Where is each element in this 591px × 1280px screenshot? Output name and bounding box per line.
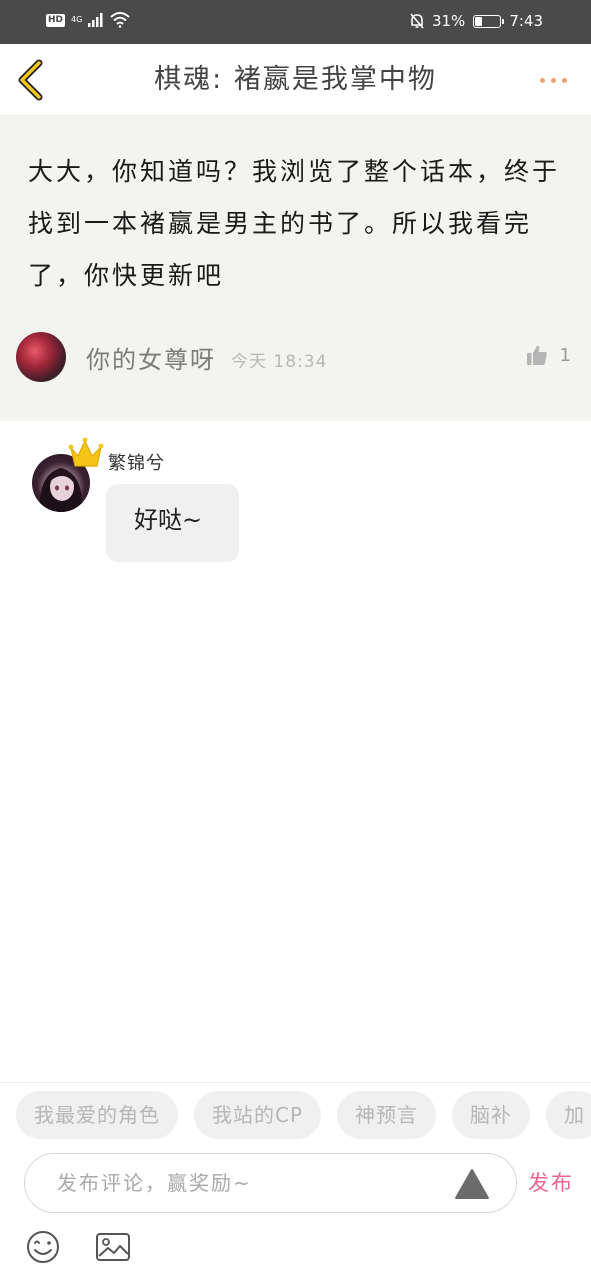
quick-tag-chip[interactable]: 加 — [546, 1091, 591, 1139]
quick-tag-chip[interactable]: 脑补 — [452, 1091, 531, 1139]
original-comment: 大大，你知道吗？我浏览了整个话本，终于找到一本褚嬴是男主的书了。所以我看完了，你… — [0, 116, 591, 421]
status-bar: HD 4G 31% 7:43 — [0, 0, 591, 44]
comment-input-box[interactable] — [24, 1153, 517, 1213]
quick-tag-chip[interactable]: 神预言 — [337, 1091, 437, 1139]
publish-button[interactable]: 发布 — [528, 1167, 574, 1197]
top-nav-bar: 棋魂: 褚嬴是我掌中物 — [0, 44, 591, 116]
commenter-name[interactable]: 你的女尊呀 — [86, 340, 216, 375]
status-left: HD 4G — [46, 12, 130, 28]
comment-time: 今天 18:34 — [231, 352, 328, 372]
like-button[interactable]: 1 — [526, 344, 571, 366]
more-dots-icon — [550, 77, 556, 83]
battery-icon — [473, 14, 505, 28]
triangle-icon[interactable] — [454, 1168, 490, 1200]
quick-tag-chip[interactable]: 我站的CP — [194, 1091, 322, 1139]
more-options-button[interactable] — [533, 66, 573, 94]
image-icon[interactable] — [95, 1232, 131, 1262]
back-button[interactable] — [12, 58, 52, 102]
chevron-left-icon — [18, 59, 43, 101]
bell-off-icon — [410, 13, 424, 29]
page-title: 棋魂: 褚嬴是我掌中物 — [154, 64, 437, 95]
more-dots-icon — [539, 77, 545, 83]
battery-level — [475, 16, 483, 26]
comment-composer-area: 我最爱的角色 我站的CP 神预言 脑补 加 发布 — [0, 1082, 591, 1280]
emoji-icon[interactable] — [26, 1230, 60, 1264]
signal-icon — [88, 13, 103, 27]
crown-icon — [68, 437, 104, 467]
comment-input[interactable] — [57, 1154, 437, 1211]
wifi-icon — [110, 12, 130, 28]
replier-name[interactable]: 繁锦兮 — [108, 449, 165, 475]
battery-percent: 31% — [431, 12, 466, 30]
more-dots-icon — [561, 77, 567, 83]
clock: 7:43 — [509, 12, 543, 30]
network-type: 4G — [71, 15, 83, 24]
hd-indicator: HD — [46, 13, 66, 27]
like-count: 1 — [559, 344, 571, 366]
reply-bubble: 好哒~ — [106, 484, 239, 562]
status-right: 31% 7:43 — [410, 12, 543, 30]
thumbs-up-icon — [526, 345, 547, 365]
commenter-avatar[interactable] — [16, 332, 66, 382]
quick-tag-list: 我最爱的角色 我站的CP 神预言 脑补 加 — [16, 1091, 591, 1139]
quick-tag-chip[interactable]: 我最爱的角色 — [16, 1091, 178, 1139]
comment-text: 大大，你知道吗？我浏览了整个话本，终于找到一本褚嬴是男主的书了。所以我看完了，你… — [28, 157, 561, 290]
